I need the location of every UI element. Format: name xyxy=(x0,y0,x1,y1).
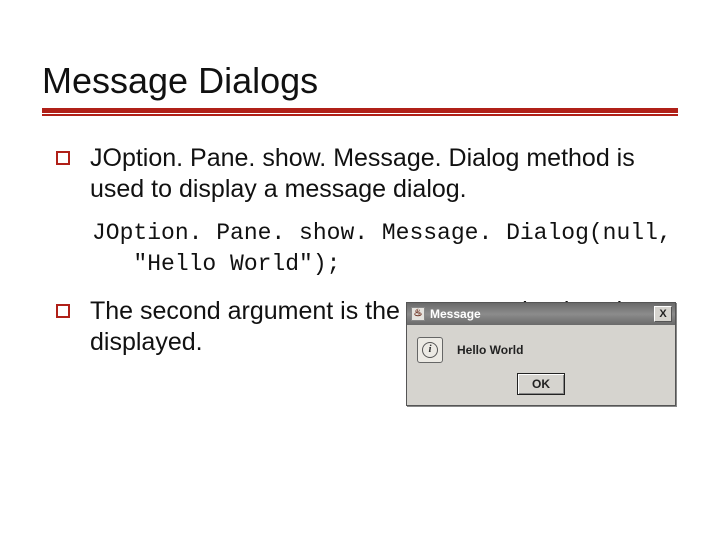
bullet-text: JOption. Pane. show. Message. Dialog met… xyxy=(90,143,670,204)
dialog-title: Message xyxy=(430,307,654,322)
ok-button[interactable]: OK xyxy=(517,373,565,395)
bullet-item: JOption. Pane. show. Message. Dialog met… xyxy=(56,143,670,204)
close-icon: X xyxy=(659,309,666,320)
code-snippet: JOption. Pane. show. Message. Dialog(nul… xyxy=(92,218,670,280)
java-glyph: ♨ xyxy=(414,308,423,320)
info-glyph: i xyxy=(422,342,438,358)
bullet-text-wrap: The second argument is the message that … xyxy=(90,296,670,357)
title-underline xyxy=(42,108,678,117)
dialog-body: i Hello World xyxy=(407,325,675,369)
slide-title: Message Dialogs xyxy=(42,60,678,102)
info-icon: i xyxy=(417,337,443,363)
bullet-item: The second argument is the message that … xyxy=(56,296,670,357)
dialog-titlebar: ♨ Message X xyxy=(407,303,675,325)
slide: Message Dialogs JOption. Pane. show. Mes… xyxy=(0,0,720,540)
slide-body: JOption. Pane. show. Message. Dialog met… xyxy=(42,117,678,357)
bullet-square-icon xyxy=(56,304,70,318)
dialog-button-row: OK xyxy=(407,369,675,405)
close-button[interactable]: X xyxy=(654,306,672,322)
dialog-message: Hello World xyxy=(457,343,523,358)
ok-label: OK xyxy=(532,377,550,392)
bullet-square-icon xyxy=(56,151,70,165)
java-icon: ♨ xyxy=(411,307,425,321)
message-dialog: ♨ Message X i Hello World xyxy=(406,302,676,406)
